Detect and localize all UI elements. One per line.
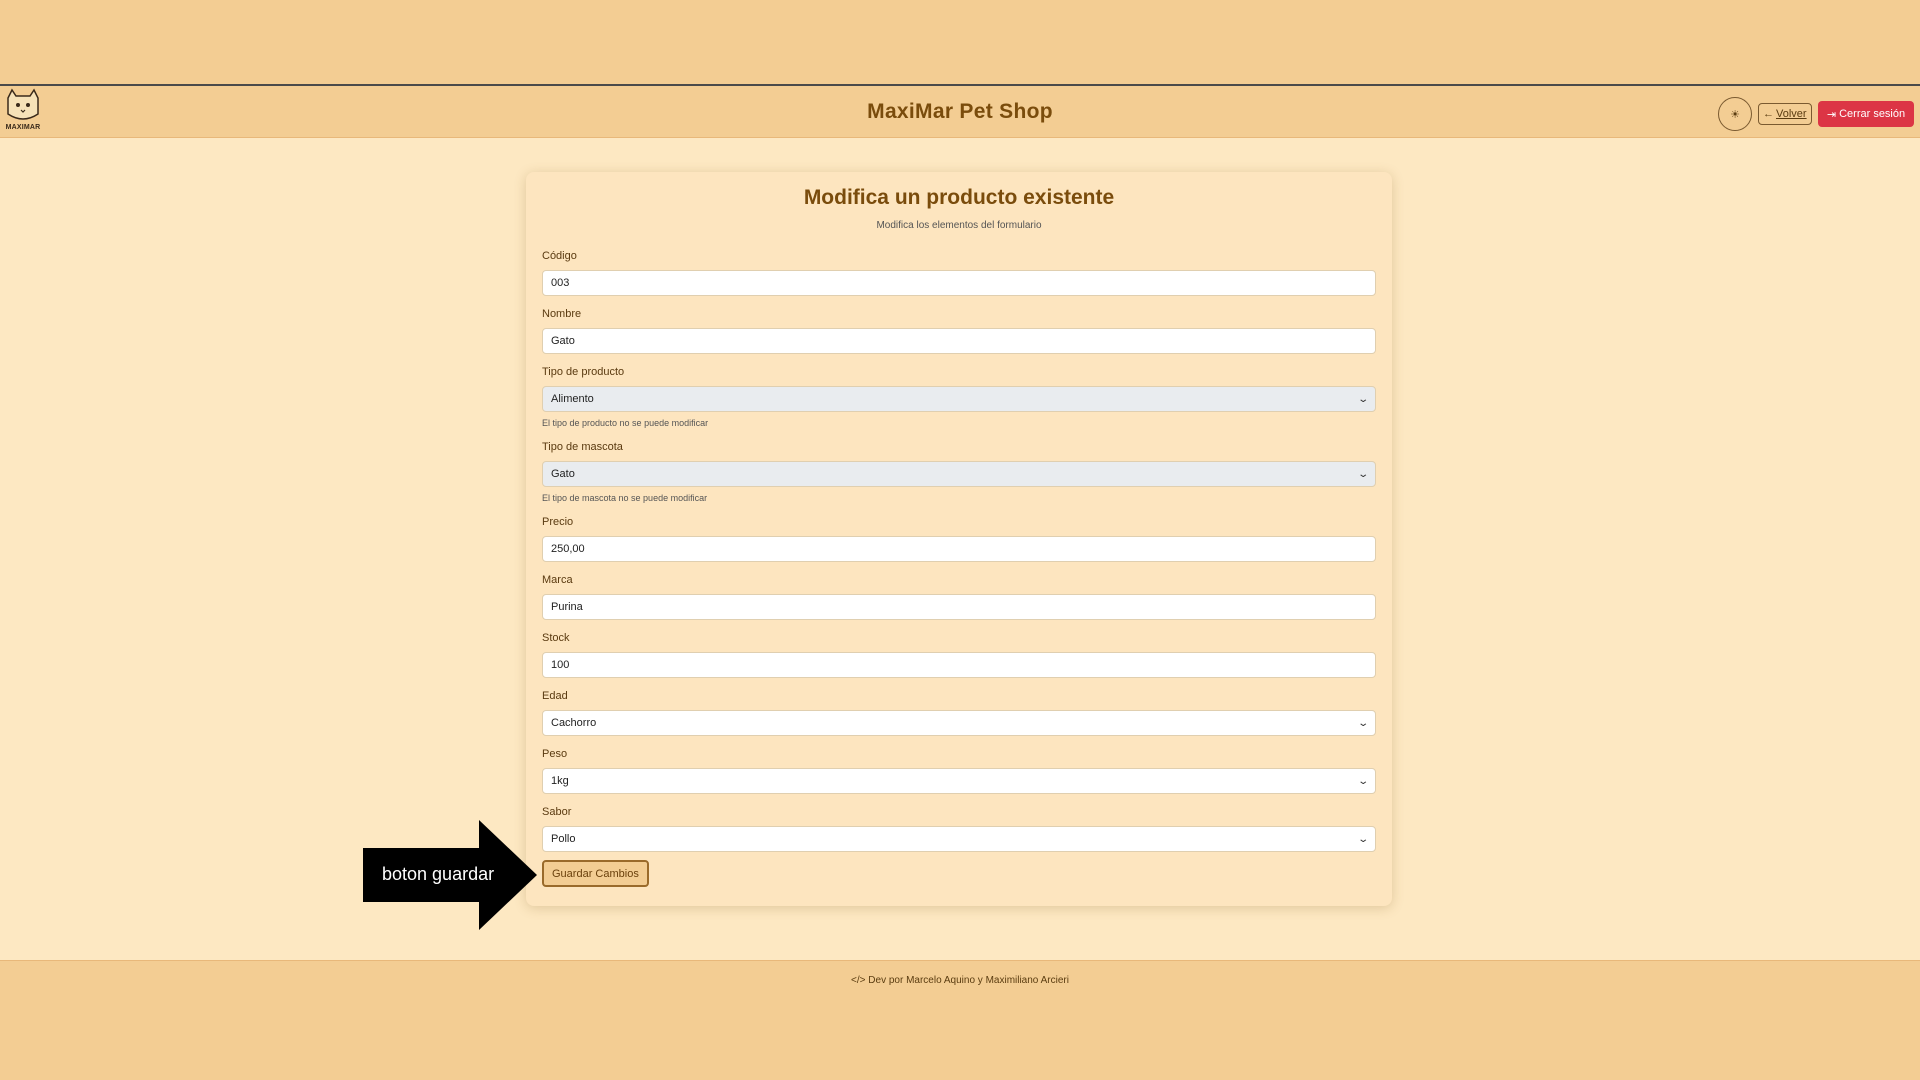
footer-credit: </> Dev por Marcelo Aquino y Maximiliano… — [0, 975, 1920, 986]
logo-text: MAXIMAR — [5, 124, 41, 131]
back-button[interactable]: ← Volver — [1758, 103, 1812, 125]
tipo-mascota-select: Gato ⌄ — [542, 461, 1376, 487]
marca-input[interactable]: Purina — [542, 594, 1376, 620]
tipo-producto-value: Alimento — [551, 393, 594, 405]
marca-label: Marca — [542, 574, 573, 586]
tipo-mascota-label: Tipo de mascota — [542, 441, 623, 453]
peso-select[interactable]: 1kg ⌄ — [542, 768, 1376, 794]
tipo-mascota-field: Tipo de mascota Gato ⌄ El tipo de mascot… — [542, 441, 1376, 503]
theme-toggle-button[interactable]: ☀ — [1718, 97, 1752, 131]
precio-input[interactable]: 250,00 — [542, 536, 1376, 562]
nombre-input[interactable]: Gato — [542, 328, 1376, 354]
chevron-down-icon: ⌄ — [1356, 468, 1369, 480]
tipo-producto-label: Tipo de producto — [542, 366, 625, 378]
header: MAXIMAR MaxiMar Pet Shop ☀ ← Volver ⇥ Ce… — [0, 84, 1920, 138]
tipo-mascota-value: Gato — [551, 468, 575, 480]
back-label: Volver — [1776, 108, 1807, 120]
chevron-down-icon: ⌄ — [1356, 393, 1369, 405]
nombre-value: Gato — [551, 335, 575, 347]
form-title: Modifica un producto existente — [803, 186, 1115, 209]
tipo-producto-select: Alimento ⌄ — [542, 386, 1376, 412]
site-title: MaxiMar Pet Shop — [867, 100, 1053, 123]
form-subtitle: Modifica los elementos del formulario — [876, 220, 1042, 231]
sabor-value: Pollo — [551, 833, 576, 845]
logout-button[interactable]: ⇥ Cerrar sesión — [1818, 101, 1914, 127]
edad-label: Edad — [542, 690, 568, 702]
chevron-down-icon: ⌄ — [1356, 717, 1369, 729]
stock-input[interactable]: 100 — [542, 652, 1376, 678]
chevron-down-icon: ⌄ — [1356, 775, 1369, 787]
tipo-mascota-help: El tipo de mascota no se puede modificar — [542, 493, 708, 503]
logout-label: Cerrar sesión — [1839, 108, 1906, 120]
nombre-label: Nombre — [542, 308, 582, 320]
save-changes-button[interactable]: Guardar Cambios — [542, 860, 649, 887]
footer: </> Dev por Marcelo Aquino y Maximiliano… — [0, 960, 1920, 1080]
edit-product-form: Modifica un producto existente Modifica … — [526, 172, 1392, 906]
nombre-field: Nombre Gato — [542, 308, 1376, 354]
peso-field: Peso 1kg ⌄ — [542, 748, 1376, 794]
marca-value: Purina — [551, 601, 583, 613]
code-icon: </> — [851, 975, 866, 986]
codigo-field: Código 003 — [542, 250, 1376, 296]
tipo-producto-help: El tipo de producto no se puede modifica… — [542, 418, 709, 428]
edad-field: Edad Cachorro ⌄ — [542, 690, 1376, 736]
codigo-label: Código — [542, 250, 577, 262]
sabor-label: Sabor — [542, 806, 572, 818]
arrow-left-icon: ← — [1763, 108, 1774, 120]
marca-field: Marca Purina — [542, 574, 1376, 620]
stock-value: 100 — [551, 659, 570, 671]
peso-value: 1kg — [551, 775, 569, 787]
precio-label: Precio — [542, 516, 574, 528]
precio-field: Precio 250,00 — [542, 516, 1376, 562]
stock-label: Stock — [542, 632, 570, 644]
sabor-select[interactable]: Pollo ⌄ — [542, 826, 1376, 852]
logout-icon: ⇥ — [1826, 108, 1837, 121]
sabor-field: Sabor Pollo ⌄ — [542, 806, 1376, 852]
sun-icon: ☀ — [1730, 108, 1740, 121]
main-content: Modifica un producto existente Modifica … — [0, 138, 1920, 960]
top-band — [0, 0, 1920, 84]
footer-text: Dev por Marcelo Aquino y Maximiliano Arc… — [868, 975, 1069, 986]
annotation-label: boton guardar — [382, 864, 495, 884]
edad-select[interactable]: Cachorro ⌄ — [542, 710, 1376, 736]
codigo-value: 003 — [551, 277, 570, 289]
peso-label: Peso — [542, 748, 568, 760]
precio-value: 250,00 — [551, 543, 585, 555]
codigo-input[interactable]: 003 — [542, 270, 1376, 296]
stock-field: Stock 100 — [542, 632, 1376, 678]
tipo-producto-field: Tipo de producto Alimento ⌄ El tipo de p… — [542, 366, 1376, 428]
chevron-down-icon: ⌄ — [1356, 833, 1369, 845]
edad-value: Cachorro — [551, 717, 597, 729]
